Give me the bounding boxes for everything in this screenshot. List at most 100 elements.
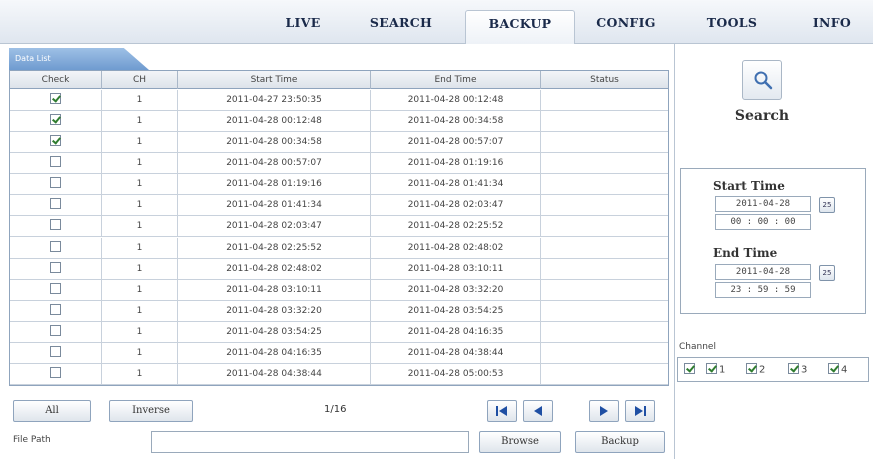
row-start-cell: 2011-04-28 00:12:48 bbox=[178, 111, 371, 133]
table-row[interactable]: 1 2011-04-28 01:19:16 2011-04-28 01:41:34 bbox=[10, 174, 668, 196]
row-checkbox[interactable] bbox=[50, 156, 61, 168]
end-time-field[interactable]: 23 : 59 : 59 bbox=[715, 282, 811, 298]
row-start-cell: 2011-04-28 03:32:20 bbox=[178, 300, 371, 322]
row-ch-cell: 1 bbox=[102, 342, 178, 364]
table-row[interactable]: 1 2011-04-28 02:25:52 2011-04-28 02:48:02 bbox=[10, 237, 668, 259]
row-check-cell bbox=[10, 279, 102, 301]
row-checkbox[interactable] bbox=[50, 303, 61, 315]
row-status-cell bbox=[541, 343, 668, 364]
channel-1-checkbox[interactable]: 1 bbox=[706, 363, 725, 376]
tab-info[interactable]: INFO bbox=[800, 10, 864, 44]
checkbox-icon bbox=[746, 363, 757, 374]
table-row[interactable]: 1 2011-04-28 00:57:07 2011-04-28 01:19:16 bbox=[10, 153, 668, 175]
search-icon bbox=[754, 71, 773, 90]
table-body: 1 2011-04-27 23:50:35 2011-04-28 00:12:48 1… bbox=[10, 90, 668, 385]
channel-3-label: 3 bbox=[801, 364, 808, 376]
tab-config[interactable]: CONFIG bbox=[580, 10, 672, 44]
row-check-cell bbox=[10, 342, 102, 364]
table-row[interactable]: 1 2011-04-28 02:03:47 2011-04-28 02:25:52 bbox=[10, 216, 668, 238]
row-end-cell: 2011-04-28 05:00:53 bbox=[371, 363, 541, 385]
checkbox-icon bbox=[706, 363, 717, 374]
channel-3-checkbox[interactable]: 3 bbox=[788, 363, 808, 376]
prev-page-button[interactable] bbox=[523, 400, 553, 422]
table-header: Check CH Start Time End Time Status bbox=[10, 71, 668, 89]
start-calendar-icon[interactable]: 25 bbox=[819, 197, 835, 213]
checkbox-icon bbox=[828, 363, 839, 374]
inverse-selection-button[interactable]: Inverse bbox=[109, 400, 193, 422]
table-row[interactable]: 1 2011-04-28 00:34:58 2011-04-28 00:57:07 bbox=[10, 132, 668, 154]
select-all-button[interactable]: All bbox=[13, 400, 91, 422]
channel-4-label: 4 bbox=[841, 364, 848, 376]
row-ch-cell: 1 bbox=[102, 90, 178, 112]
row-ch-cell: 1 bbox=[102, 153, 178, 175]
row-status-cell bbox=[541, 153, 668, 174]
table-row[interactable]: 1 2011-04-28 04:16:35 2011-04-28 04:38:44 bbox=[10, 342, 668, 364]
row-checkbox[interactable] bbox=[50, 114, 61, 126]
channel-2-checkbox[interactable]: 2 bbox=[746, 363, 765, 376]
row-end-cell: 2011-04-28 02:25:52 bbox=[371, 216, 541, 238]
channel-selector: 1 2 3 4 bbox=[677, 357, 869, 382]
next-page-button[interactable] bbox=[589, 400, 619, 422]
row-start-cell: 2011-04-28 03:54:25 bbox=[178, 321, 371, 343]
row-check-cell bbox=[10, 216, 102, 238]
tab-search[interactable]: SEARCH bbox=[354, 10, 448, 44]
row-checkbox[interactable] bbox=[50, 135, 61, 147]
row-end-cell: 2011-04-28 02:48:02 bbox=[371, 237, 541, 259]
table-row[interactable]: 1 2011-04-28 03:10:11 2011-04-28 03:32:20 bbox=[10, 279, 668, 301]
row-checkbox[interactable] bbox=[50, 219, 61, 231]
col-header-start-time: Start Time bbox=[178, 71, 371, 89]
table-row[interactable]: 1 2011-04-28 00:12:48 2011-04-28 00:34:58 bbox=[10, 111, 668, 133]
row-start-cell: 2011-04-28 02:03:47 bbox=[178, 216, 371, 238]
row-status-cell bbox=[541, 195, 668, 216]
end-calendar-icon[interactable]: 25 bbox=[819, 265, 835, 281]
browse-button[interactable]: Browse bbox=[479, 431, 561, 453]
channel-4-checkbox[interactable]: 4 bbox=[828, 363, 848, 376]
row-checkbox[interactable] bbox=[50, 345, 61, 357]
top-nav: LIVE SEARCH BACKUP CONFIG TOOLS INFO bbox=[0, 0, 873, 44]
backup-button[interactable]: Backup bbox=[575, 431, 665, 453]
row-ch-cell: 1 bbox=[102, 258, 178, 280]
table-row[interactable]: 1 2011-04-27 23:50:35 2011-04-28 00:12:48 bbox=[10, 90, 668, 112]
table-row[interactable]: 1 2011-04-28 03:32:20 2011-04-28 03:54:25 bbox=[10, 300, 668, 322]
search-label: Search bbox=[734, 108, 790, 124]
row-check-cell bbox=[10, 174, 102, 196]
start-time-field[interactable]: 00 : 00 : 00 bbox=[715, 214, 811, 230]
row-checkbox[interactable] bbox=[50, 93, 61, 104]
col-header-status: Status bbox=[590, 75, 619, 85]
channel-all-checkbox[interactable] bbox=[684, 363, 697, 376]
table-row[interactable]: 1 2011-04-28 04:38:44 2011-04-28 05:00:53 bbox=[10, 363, 668, 385]
first-page-button[interactable] bbox=[487, 400, 517, 422]
end-date-field[interactable]: 2011-04-28 bbox=[715, 264, 811, 280]
tab-backup[interactable]: BACKUP bbox=[465, 10, 575, 44]
row-status-cell bbox=[541, 301, 668, 322]
row-checkbox[interactable] bbox=[50, 261, 61, 273]
data-list-tab-label: Data List bbox=[15, 54, 51, 63]
table-row[interactable]: 1 2011-04-28 03:54:25 2011-04-28 04:16:35 bbox=[10, 321, 668, 343]
time-range-box: Start Time 2011-04-28 25 00 : 00 : 00 En… bbox=[680, 168, 866, 314]
row-checkbox[interactable] bbox=[50, 366, 61, 378]
next-page-icon bbox=[600, 406, 608, 416]
row-check-cell bbox=[10, 153, 102, 175]
col-header-ch: CH bbox=[102, 71, 178, 89]
row-checkbox[interactable] bbox=[50, 198, 61, 210]
tab-live[interactable]: LIVE bbox=[262, 10, 344, 44]
row-start-cell: 2011-04-28 00:57:07 bbox=[178, 153, 371, 175]
row-checkbox[interactable] bbox=[50, 324, 61, 336]
checkbox-icon bbox=[684, 363, 695, 374]
file-path-input[interactable] bbox=[151, 431, 469, 453]
row-start-cell: 2011-04-28 01:19:16 bbox=[178, 174, 371, 196]
row-end-cell: 2011-04-28 00:12:48 bbox=[371, 90, 541, 112]
table-row[interactable]: 1 2011-04-28 02:48:02 2011-04-28 03:10:11 bbox=[10, 258, 668, 280]
row-checkbox[interactable] bbox=[50, 240, 61, 252]
last-page-button[interactable] bbox=[625, 400, 655, 422]
last-page-icon bbox=[635, 406, 646, 416]
table-row[interactable]: 1 2011-04-28 01:41:34 2011-04-28 02:03:47 bbox=[10, 195, 668, 217]
row-status-cell bbox=[541, 174, 668, 195]
row-start-cell: 2011-04-28 01:41:34 bbox=[178, 195, 371, 217]
start-date-field[interactable]: 2011-04-28 bbox=[715, 196, 811, 212]
row-checkbox[interactable] bbox=[50, 177, 61, 189]
row-checkbox[interactable] bbox=[50, 282, 61, 294]
tab-tools[interactable]: TOOLS bbox=[692, 10, 772, 44]
row-end-cell: 2011-04-28 01:41:34 bbox=[371, 174, 541, 196]
search-button[interactable] bbox=[742, 60, 782, 100]
